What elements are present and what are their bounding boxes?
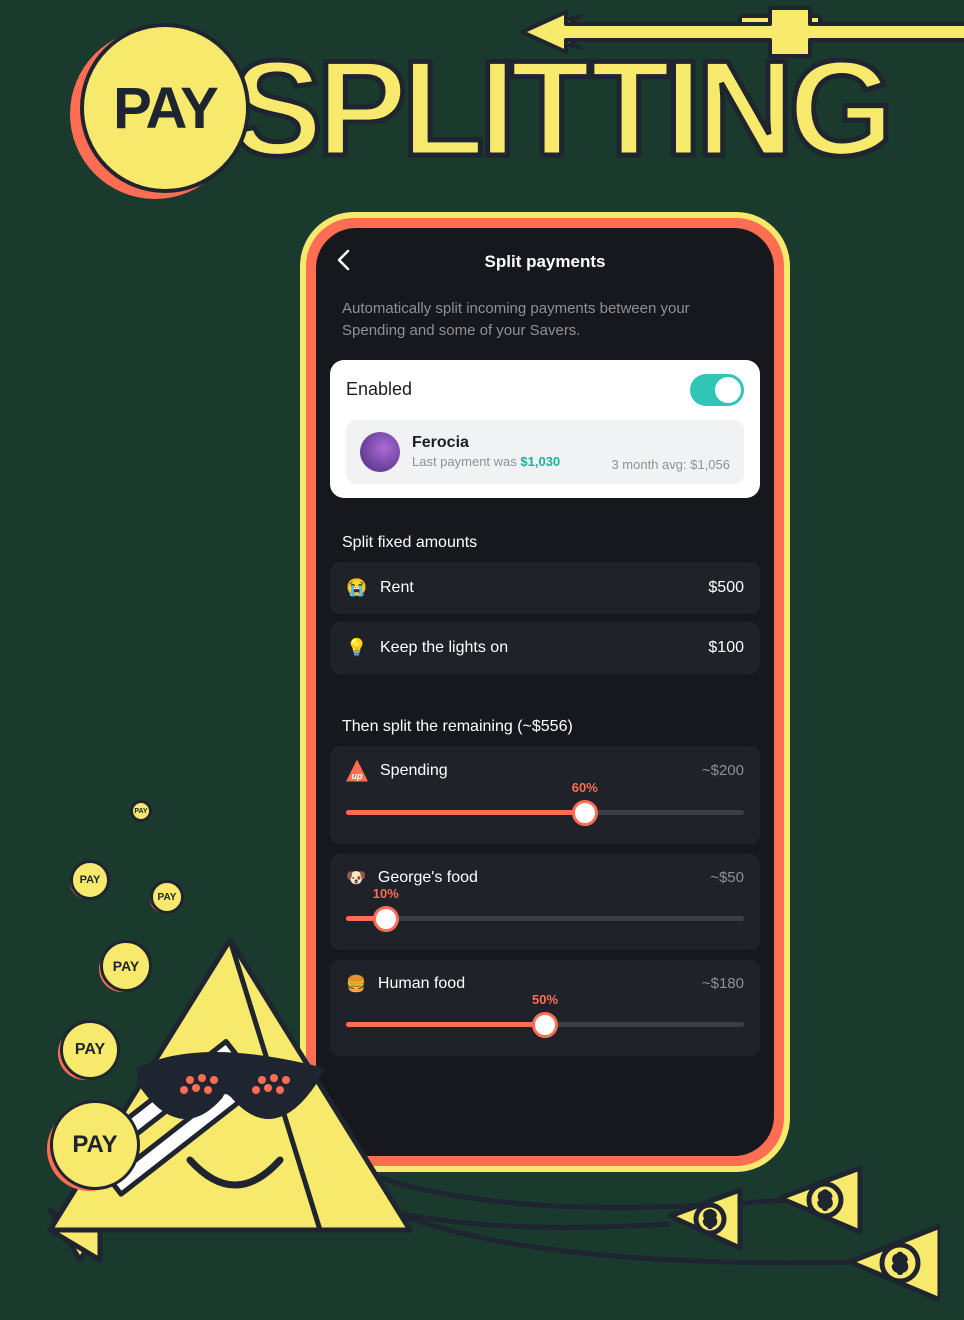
page-title: Split payments [336,252,754,272]
payer-avatar [360,432,400,472]
row-emoji: 💡 [346,638,368,658]
row-emoji: 🐶 [346,868,366,888]
enabled-card: Enabled Ferocia Last payment was $1,030 … [330,360,760,498]
pay-coin-label: PAY [113,75,217,142]
svg-text:$: $ [819,1190,830,1212]
row-approx: ~$180 [702,975,744,992]
svg-text:$: $ [705,1209,715,1229]
nav-bar: Split payments [316,228,774,284]
row-amount: $100 [708,639,744,657]
payer-name: Ferocia [412,434,599,452]
row-approx: ~$200 [702,762,744,779]
fixed-row[interactable]: 💡 Keep the lights on $100 [330,622,760,674]
up-logo-icon [346,760,368,782]
percent-slider[interactable]: 60% [346,794,744,824]
percent-slider[interactable]: 10% [346,900,744,930]
row-label: Keep the lights on [380,639,508,657]
payer-row[interactable]: Ferocia Last payment was $1,030 3 month … [346,420,744,484]
remaining-section-title: Then split the remaining (~$556) [316,682,774,746]
svg-text:$: $ [894,1251,906,1276]
enabled-label: Enabled [346,379,412,400]
row-approx: ~$50 [710,869,744,886]
fixed-section-title: Split fixed amounts [316,498,774,562]
hero-title: SPLITTING [232,40,888,176]
split-arrows-icon [520,4,964,60]
slider-pct-label: 60% [572,780,598,795]
row-label: Rent [380,579,414,597]
payer-last: Last payment was $1,030 [412,454,599,469]
row-amount: $500 [708,579,744,597]
hero-banner: PAY SPLITTING [80,18,954,198]
page-description: Automatically split incoming payments be… [316,284,774,360]
chevron-left-icon [336,249,350,271]
row-label: Spending [380,762,448,780]
row-label: George's food [378,869,478,887]
slider-pct-label: 10% [373,886,399,901]
slider-row: Spending ~$200 60% [330,746,760,844]
enabled-toggle[interactable] [690,374,744,406]
row-emoji: 😭 [346,578,368,598]
pay-coin-icon: PAY [80,23,250,193]
fixed-row[interactable]: 😭 Rent $500 [330,562,760,614]
pyramid-character-icon [40,930,420,1250]
slider-pct-label: 50% [532,992,558,1007]
back-button[interactable] [336,247,350,278]
payer-avg: 3 month avg: $1,056 [611,457,730,472]
